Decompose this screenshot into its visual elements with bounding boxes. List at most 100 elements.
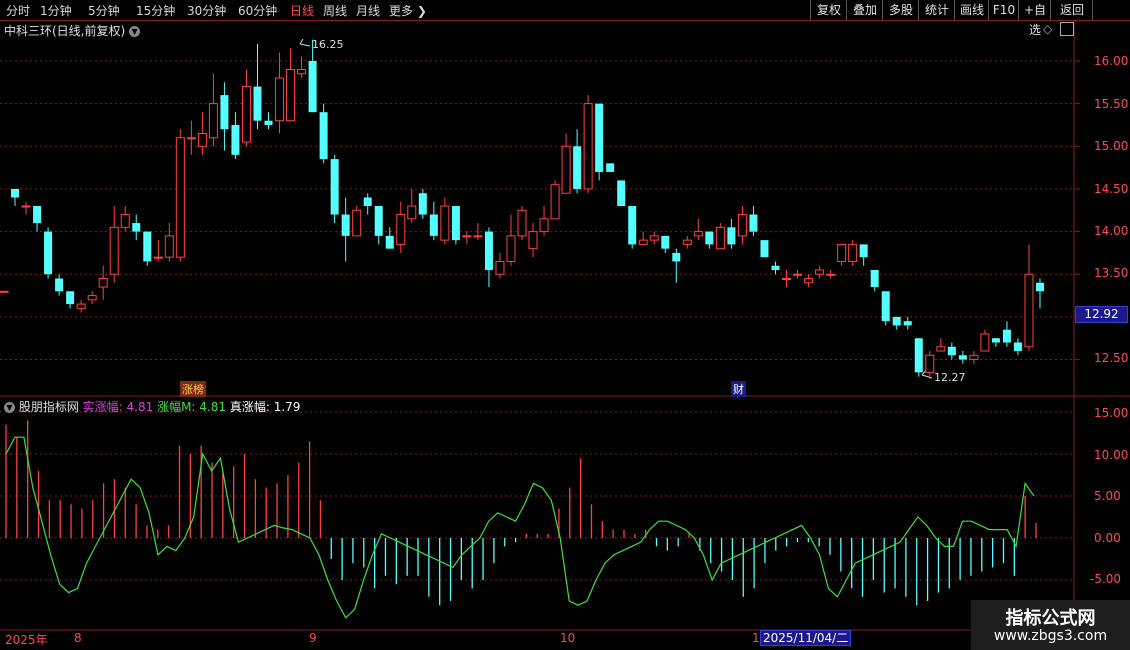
- candle-body: [275, 77, 285, 122]
- candle-body: [617, 180, 626, 207]
- candle-body: [936, 346, 946, 352]
- limit-up-marker[interactable]: 涨榜: [180, 381, 206, 397]
- candle-body: [143, 231, 152, 262]
- candle-body: [550, 184, 560, 220]
- indicator-true-rise: 真涨幅: 1.79: [229, 400, 301, 414]
- price-axis-tick: 16.00: [1094, 54, 1129, 68]
- candle-body: [363, 197, 372, 207]
- chart-canvas: [0, 20, 1130, 650]
- candle-body: [815, 269, 825, 275]
- price-axis-tick: 15.50: [1094, 97, 1129, 111]
- candle-body: [682, 239, 692, 245]
- candle-body: [947, 346, 956, 356]
- candle-body: [55, 278, 64, 292]
- candle-body: [661, 235, 670, 249]
- candle-body: [727, 227, 736, 245]
- candle-body: [595, 103, 604, 172]
- candle-body: [429, 214, 438, 236]
- candle-body: [672, 252, 681, 262]
- candle-body: [197, 133, 207, 147]
- high-pointer: [299, 38, 311, 47]
- candle-body: [782, 278, 792, 281]
- candle-body: [241, 86, 251, 143]
- candle-body: [771, 265, 780, 270]
- candle-body: [1002, 329, 1011, 343]
- watermark-logo: 指标公式网 www.zbgs3.com: [971, 600, 1130, 650]
- indicator-line: [5, 436, 1035, 619]
- chevron-down-icon[interactable]: ▼: [4, 402, 15, 413]
- candle-body: [705, 231, 714, 245]
- candle-body: [66, 291, 75, 305]
- candle-body: [153, 256, 163, 259]
- candle-body: [606, 163, 615, 172]
- candle-body: [286, 69, 296, 122]
- candle-body: [264, 120, 273, 125]
- window-toggle-icon[interactable]: [1060, 22, 1074, 36]
- candle-body: [98, 278, 108, 288]
- candle-body: [484, 231, 493, 270]
- date-label-aug: 8: [74, 631, 82, 645]
- candle-body: [451, 206, 460, 241]
- candle-body: [925, 354, 935, 373]
- candle-body: [76, 303, 86, 309]
- candle-body: [870, 269, 879, 288]
- candle-body: [859, 244, 868, 258]
- candle-body: [21, 205, 31, 208]
- date-label-sep: 9: [309, 631, 317, 645]
- diamond-icon[interactable]: ◇: [1043, 22, 1052, 36]
- candle-body: [892, 316, 901, 326]
- candle-body: [980, 333, 990, 352]
- candle-body: [407, 205, 417, 220]
- candle-body: [914, 338, 923, 373]
- candle-body: [693, 231, 703, 237]
- candle-body: [11, 188, 20, 198]
- stock-title-text: 中科三环(日线,前复权): [4, 24, 126, 38]
- candle-body: [0, 290, 9, 293]
- candle-body: [760, 240, 769, 258]
- candle-body: [517, 209, 527, 237]
- candle-body: [186, 137, 196, 140]
- indicator-rise-m: 涨幅M: 4.81: [157, 400, 227, 414]
- candle-body: [649, 235, 659, 241]
- candle-body: [462, 235, 472, 238]
- price-axis-tick: 14.00: [1094, 224, 1129, 238]
- candle-body: [44, 231, 53, 275]
- watermark-url: www.zbgs3.com: [993, 628, 1108, 644]
- financial-report-marker[interactable]: 财: [731, 381, 746, 397]
- candle-body: [418, 193, 427, 215]
- candle-body: [319, 112, 328, 160]
- watermark-title: 指标公式网: [1005, 608, 1096, 629]
- candle-body: [1024, 273, 1034, 348]
- candle-body: [220, 95, 229, 130]
- candle-body: [1036, 282, 1044, 292]
- chevron-down-icon[interactable]: ▼: [129, 26, 141, 37]
- candle-body: [561, 145, 571, 194]
- date-label-year: 2025年: [5, 633, 48, 647]
- candle-body: [969, 354, 979, 361]
- candle-body: [749, 214, 758, 232]
- candle-body: [903, 321, 912, 326]
- candle-body: [991, 338, 1000, 343]
- candle-body: [837, 243, 847, 262]
- candle-body: [793, 273, 803, 276]
- candle-body: [385, 235, 394, 249]
- price-axis-tick: 14.50: [1094, 182, 1129, 196]
- indicator-header: ▼ 股朋指标网 实涨幅: 4.81 涨幅M: 4.81 真涨幅: 1.79: [4, 398, 300, 415]
- candle-body: [341, 214, 350, 236]
- indicator-axis-tick: 10.00: [1094, 448, 1129, 462]
- candle-body: [109, 226, 119, 275]
- candle-body: [473, 235, 483, 238]
- price-axis-tick: 13.50: [1094, 266, 1129, 280]
- candle-body: [826, 273, 836, 276]
- candle-body: [208, 103, 218, 139]
- candle-body: [804, 278, 814, 284]
- candlestick-series: [0, 39, 1044, 380]
- candle-body: [881, 291, 890, 322]
- high-price-label: 16.25: [312, 38, 344, 51]
- candle-body: [253, 86, 262, 121]
- indicator-bars: [5, 420, 1037, 606]
- candle-body: [33, 206, 42, 224]
- candle-body: [628, 206, 637, 245]
- candle-body: [231, 124, 240, 155]
- candle-body: [396, 214, 406, 245]
